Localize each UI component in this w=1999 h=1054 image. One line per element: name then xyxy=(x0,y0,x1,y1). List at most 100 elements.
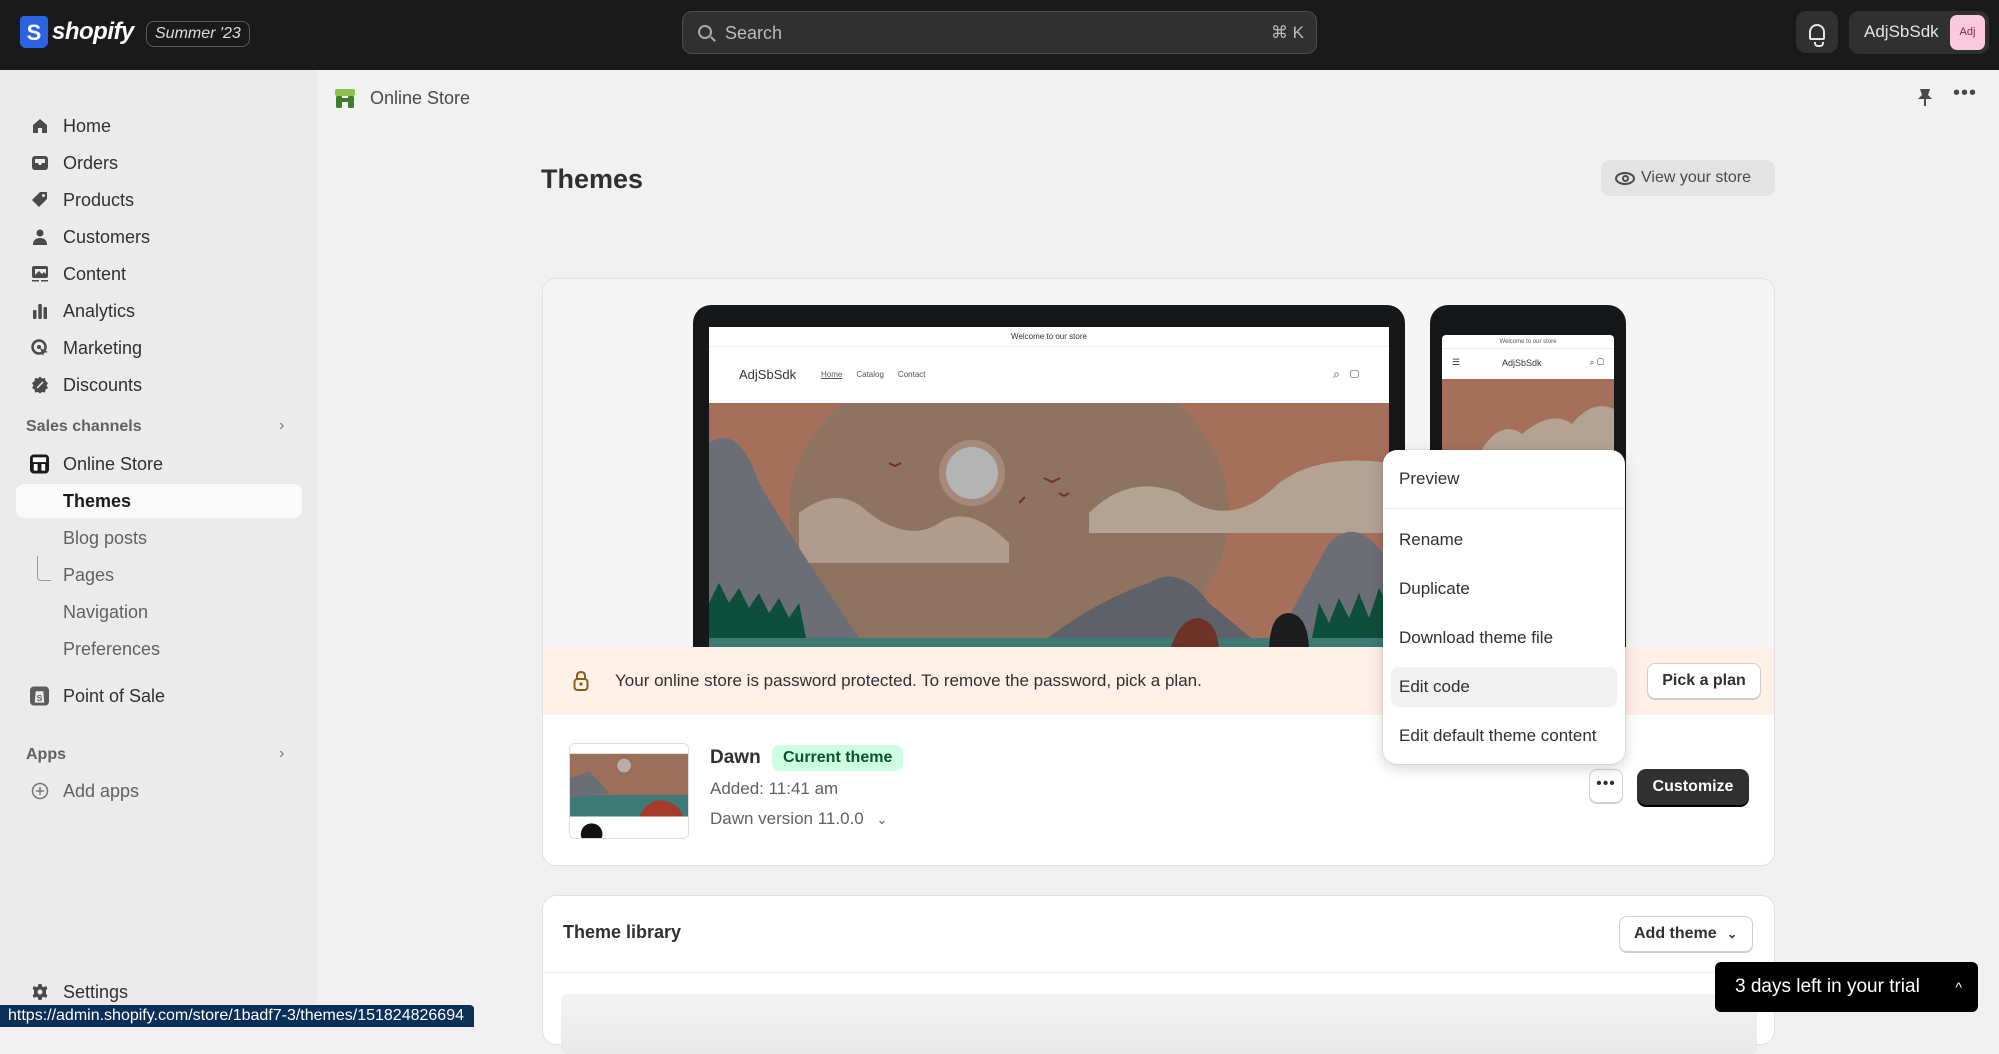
sidebar-item-discounts[interactable]: Discounts xyxy=(16,368,302,402)
sidebar-item-settings[interactable]: Settings xyxy=(16,975,302,1009)
preview-nav-item: Home xyxy=(821,370,843,379)
page-header-bar: Online Store ••• xyxy=(317,70,1999,126)
sidebar-item-label: Online Store xyxy=(63,453,164,474)
account-menu-button[interactable]: AdjSbSdk Adj xyxy=(1849,11,1989,54)
chevron-up-icon: ^ xyxy=(1955,979,1962,995)
sidebar-item-online-store[interactable]: Online Store xyxy=(16,447,302,481)
sidebar-item-themes[interactable]: Themes xyxy=(16,484,302,518)
sidebar-item-label: Products xyxy=(63,189,135,210)
top-bar: S shopify Summer '23 Search ⌘ K AdjSbSdk… xyxy=(0,0,1999,70)
sidebar-item-products[interactable]: Products xyxy=(16,183,302,217)
chevron-right-icon[interactable]: › xyxy=(279,745,284,763)
pick-plan-button[interactable]: Pick a plan xyxy=(1647,663,1761,699)
announcement-bar: Welcome to our store xyxy=(1442,335,1614,349)
bell-icon xyxy=(1809,24,1825,47)
target-icon xyxy=(30,339,49,358)
notifications-button[interactable] xyxy=(1796,11,1838,53)
sales-channels-heading[interactable]: Sales channels xyxy=(26,418,142,436)
menu-item-edit-code[interactable]: Edit code xyxy=(1391,667,1617,707)
shopify-bag-icon: S xyxy=(20,16,48,48)
inbox-icon xyxy=(30,154,49,173)
sidebar-item-label: Point of Sale xyxy=(63,685,166,706)
svg-text:S: S xyxy=(37,693,43,703)
pin-icon[interactable] xyxy=(1917,88,1933,113)
sidebar-item-analytics[interactable]: Analytics xyxy=(16,294,302,328)
view-store-label: View your store xyxy=(1641,169,1751,186)
add-theme-label: Add theme xyxy=(1634,925,1717,942)
menu-item-duplicate[interactable]: Duplicate xyxy=(1391,569,1617,609)
theme-added-time: Added: 11:41 am xyxy=(710,779,839,798)
menu-item-rename[interactable]: Rename xyxy=(1391,520,1617,560)
trial-text: 3 days left in your trial xyxy=(1735,976,1920,997)
sidebar-item-orders[interactable]: Orders xyxy=(16,146,302,180)
theme-version: Dawn version 11.0.0 xyxy=(710,809,864,828)
sidebar-item-preferences[interactable]: Preferences xyxy=(16,632,302,666)
theme-version-toggle[interactable]: Dawn version 11.0.0 ⌄ xyxy=(710,809,887,829)
pos-icon: S xyxy=(30,686,49,706)
image-icon xyxy=(30,265,49,284)
account-name: AdjSbSdk xyxy=(1864,22,1939,41)
sidebar-item-navigation[interactable]: Navigation xyxy=(16,595,302,629)
tag-icon xyxy=(30,191,49,210)
menu-item-edit-default-theme-content[interactable]: Edit default theme content xyxy=(1391,716,1617,756)
sidebar-item-add-apps[interactable]: Add apps xyxy=(16,774,302,808)
sidebar-item-marketing[interactable]: Marketing xyxy=(16,331,302,365)
sidebar-item-label: Marketing xyxy=(63,337,143,358)
sidebar: Home Orders Products Customers Content A… xyxy=(0,70,317,1027)
sidebar-item-label: Preferences xyxy=(63,638,161,659)
search-shortcut: ⌘ K xyxy=(1270,23,1304,42)
person-icon xyxy=(30,228,49,247)
sidebar-item-label: Blog posts xyxy=(63,527,148,548)
customize-button[interactable]: Customize xyxy=(1637,769,1749,805)
sidebar-item-customers[interactable]: Customers xyxy=(16,220,302,254)
theme-library-title: Theme library xyxy=(563,922,682,942)
shopify-logo[interactable]: S shopify xyxy=(20,16,134,48)
breadcrumb[interactable]: Online Store xyxy=(370,88,470,109)
sidebar-item-label: Home xyxy=(63,115,112,136)
search-input[interactable]: Search ⌘ K xyxy=(682,11,1317,54)
apps-heading[interactable]: Apps xyxy=(26,746,66,764)
sidebar-item-label: Analytics xyxy=(63,300,136,321)
sidebar-item-content[interactable]: Content xyxy=(16,257,302,291)
preview-search-cart-icons: ⌕ ▢ xyxy=(1333,367,1359,381)
sidebar-item-label: Settings xyxy=(63,981,129,1002)
more-actions-icon[interactable]: ••• xyxy=(1953,82,1977,105)
menu-divider xyxy=(1383,508,1625,509)
theme-actions-button[interactable]: ••• xyxy=(1589,769,1623,803)
sidebar-item-point-of-sale[interactable]: S Point of Sale xyxy=(16,679,302,713)
edition-badge[interactable]: Summer '23 xyxy=(146,21,250,47)
plus-circle-icon xyxy=(30,782,49,801)
discount-icon xyxy=(30,376,49,395)
page-title: Themes xyxy=(541,164,644,194)
chevron-right-icon[interactable]: › xyxy=(279,417,284,435)
status-url-tooltip: https://admin.shopify.com/store/1badf7-3… xyxy=(0,1005,474,1027)
avatar: Adj xyxy=(1950,15,1985,50)
preview-shop-name: AdjSbSdk xyxy=(739,367,797,382)
view-store-button[interactable]: View your store xyxy=(1601,160,1775,196)
sidebar-item-label: Customers xyxy=(63,226,151,247)
chevron-down-icon: ⌄ xyxy=(876,812,888,827)
sidebar-item-home[interactable]: Home xyxy=(16,109,302,143)
chevron-down-icon: ⌄ xyxy=(1727,927,1738,941)
sidebar-item-label: Themes xyxy=(63,490,132,511)
menu-item-preview[interactable]: Preview xyxy=(1391,459,1617,499)
brand-name: shopify xyxy=(52,18,134,45)
lock-icon xyxy=(573,671,589,691)
trial-banner-button[interactable]: 3 days left in your trial ^ xyxy=(1715,962,1978,1012)
menu-item-download-theme-file[interactable]: Download theme file xyxy=(1391,618,1617,658)
sidebar-item-pages[interactable]: Pages xyxy=(16,558,302,592)
preview-search-cart-icons: ⌕ ▢ xyxy=(1589,357,1604,367)
theme-actions-menu: Preview Rename Duplicate Download theme … xyxy=(1383,450,1625,764)
preview-nav-item: Contact xyxy=(897,370,926,379)
theme-library-placeholder xyxy=(561,994,1757,1054)
search-icon xyxy=(698,25,712,39)
eye-icon xyxy=(1615,171,1635,185)
add-theme-button[interactable]: Add theme ⌄ xyxy=(1619,916,1753,952)
preview-nav-item: Catalog xyxy=(856,370,884,379)
theme-thumbnail[interactable] xyxy=(569,743,689,839)
banner-message: Your online store is password protected.… xyxy=(615,671,1202,690)
gear-icon xyxy=(30,983,49,1002)
hero-illustration xyxy=(709,403,1389,647)
sidebar-item-blog-posts[interactable]: Blog posts xyxy=(16,521,302,555)
preview-shop-name: AdjSbSdk xyxy=(1502,358,1542,368)
